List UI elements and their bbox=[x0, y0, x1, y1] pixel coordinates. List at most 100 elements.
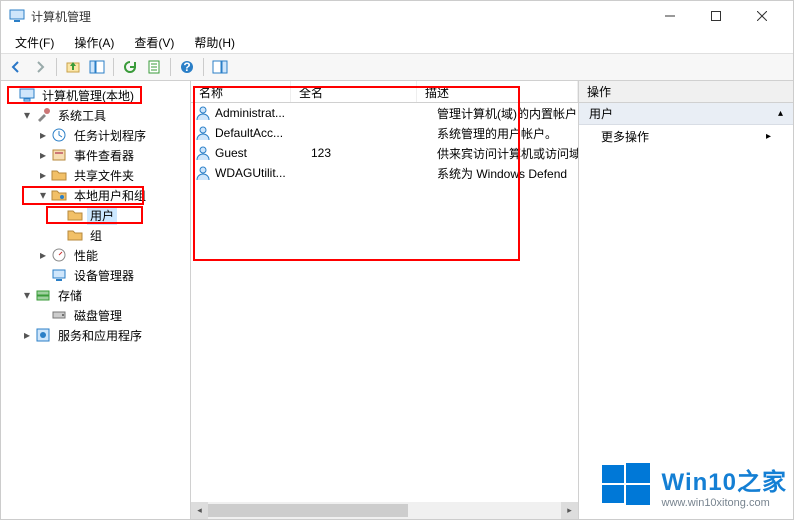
tree-groups-label: 组 bbox=[87, 226, 105, 245]
shared-folder-icon bbox=[51, 167, 67, 183]
table-row[interactable]: Guest123供来宾访问计算机或访问域 bbox=[191, 143, 578, 163]
performance-icon bbox=[51, 247, 67, 263]
svg-text:?: ? bbox=[183, 60, 190, 74]
actions-more[interactable]: 更多操作 ▸ bbox=[579, 125, 793, 147]
users-icon bbox=[51, 187, 67, 203]
tree-groups[interactable]: 组 bbox=[49, 225, 190, 245]
menu-view[interactable]: 查看(V) bbox=[126, 32, 182, 53]
refresh-button[interactable] bbox=[119, 56, 141, 78]
tree-device-manager-label: 设备管理器 bbox=[71, 266, 137, 285]
tree-services-apps-label: 服务和应用程序 bbox=[55, 326, 145, 345]
minimize-button[interactable] bbox=[647, 1, 693, 31]
tree-system-tools-label: 系统工具 bbox=[55, 106, 109, 125]
actions-more-label: 更多操作 bbox=[601, 128, 649, 145]
tree-task-scheduler-label: 任务计划程序 bbox=[71, 126, 149, 145]
up-button[interactable] bbox=[62, 56, 84, 78]
tree-disk-management[interactable]: 磁盘管理 bbox=[33, 305, 190, 325]
chevron-down-icon[interactable]: ▾ bbox=[21, 109, 33, 121]
show-hide-tree-button[interactable] bbox=[86, 56, 108, 78]
menubar: 文件(F) 操作(A) 查看(V) 帮助(H) bbox=[1, 31, 793, 53]
menu-help[interactable]: 帮助(H) bbox=[186, 32, 243, 53]
table-row[interactable]: DefaultAcc... 系统管理的用户帐户。 bbox=[191, 123, 578, 143]
forward-button[interactable] bbox=[29, 56, 51, 78]
user-icon bbox=[195, 145, 211, 161]
scroll-thumb[interactable] bbox=[208, 504, 408, 517]
export-button[interactable] bbox=[143, 56, 165, 78]
chevron-right-icon[interactable]: ▸ bbox=[37, 249, 49, 261]
chevron-right-icon[interactable]: ▸ bbox=[21, 329, 33, 341]
list-body: Administrat...管理计算机(域)的内置帐户DefaultAcc...… bbox=[191, 103, 578, 183]
tree-device-manager[interactable]: 设备管理器 bbox=[33, 265, 190, 285]
services-icon bbox=[35, 327, 51, 343]
main-area: 计算机管理(本地) ▾ 系统工具 ▸ 任务计划程序 ▸ 事件查看器 ▸ 共享文件夹 bbox=[1, 81, 793, 519]
folder-icon bbox=[67, 227, 83, 243]
tree-storage[interactable]: ▾ 存储 bbox=[17, 285, 190, 305]
user-icon bbox=[195, 125, 211, 141]
toolbar: ? bbox=[1, 53, 793, 81]
back-button[interactable] bbox=[5, 56, 27, 78]
cell-description: 供来宾访问计算机或访问域 bbox=[437, 145, 578, 162]
horizontal-scrollbar[interactable]: ◂ ▸ bbox=[191, 502, 578, 519]
col-fullname[interactable]: 全名 bbox=[291, 81, 417, 102]
cell-name: WDAGUtilit... bbox=[215, 166, 311, 180]
disk-icon bbox=[51, 307, 67, 323]
tree-task-scheduler[interactable]: ▸ 任务计划程序 bbox=[33, 125, 190, 145]
tree-system-tools[interactable]: ▾ 系统工具 bbox=[17, 105, 190, 125]
app-icon bbox=[9, 8, 25, 24]
tree-local-users-groups[interactable]: ▾ 本地用户和组 bbox=[33, 185, 190, 205]
menu-file[interactable]: 文件(F) bbox=[7, 32, 62, 53]
table-row[interactable]: Administrat...管理计算机(域)的内置帐户 bbox=[191, 103, 578, 123]
window-title: 计算机管理 bbox=[31, 8, 91, 25]
tree-services-apps[interactable]: ▸ 服务和应用程序 bbox=[17, 325, 190, 345]
tree-event-viewer[interactable]: ▸ 事件查看器 bbox=[33, 145, 190, 165]
tree-root[interactable]: 计算机管理(本地) bbox=[1, 85, 190, 105]
actions-header: 操作 bbox=[579, 81, 793, 103]
actions-pane: 操作 用户 ▴ 更多操作 ▸ bbox=[579, 81, 793, 519]
menu-action[interactable]: 操作(A) bbox=[66, 32, 122, 53]
maximize-button[interactable] bbox=[693, 1, 739, 31]
close-button[interactable] bbox=[739, 1, 785, 31]
clock-icon bbox=[51, 127, 67, 143]
chevron-down-icon[interactable]: ▾ bbox=[21, 289, 33, 301]
scroll-left-button[interactable]: ◂ bbox=[191, 502, 208, 519]
actions-group-users[interactable]: 用户 ▴ bbox=[579, 103, 793, 125]
scroll-right-button[interactable]: ▸ bbox=[561, 502, 578, 519]
storage-icon bbox=[35, 287, 51, 303]
user-icon bbox=[195, 105, 211, 121]
actions-group-label: 用户 bbox=[589, 105, 613, 122]
cell-description: 管理计算机(域)的内置帐户 bbox=[437, 105, 578, 122]
chevron-right-icon: ▸ bbox=[766, 131, 771, 142]
cell-name: DefaultAcc... bbox=[215, 126, 311, 140]
tree-event-viewer-label: 事件查看器 bbox=[71, 146, 137, 165]
tree-users[interactable]: 用户 bbox=[49, 205, 190, 225]
table-row[interactable]: WDAGUtilit... 系统为 Windows Defend bbox=[191, 163, 578, 183]
tools-icon bbox=[35, 107, 51, 123]
event-icon bbox=[51, 147, 67, 163]
list-header: 名称 全名 描述 bbox=[191, 81, 578, 103]
help-button[interactable]: ? bbox=[176, 56, 198, 78]
chevron-down-icon[interactable]: ▾ bbox=[37, 189, 49, 201]
tree-users-label: 用户 bbox=[87, 206, 117, 225]
col-description[interactable]: 描述 bbox=[417, 81, 578, 102]
folder-icon bbox=[67, 207, 83, 223]
chevron-right-icon[interactable]: ▸ bbox=[37, 129, 49, 141]
user-icon bbox=[195, 165, 211, 181]
tree-root-label: 计算机管理(本地) bbox=[39, 86, 137, 105]
actions-pane-button[interactable] bbox=[209, 56, 231, 78]
tree-disk-management-label: 磁盘管理 bbox=[71, 306, 125, 325]
cell-description: 系统为 Windows Defend bbox=[437, 165, 578, 182]
tree-shared-folders-label: 共享文件夹 bbox=[71, 166, 137, 185]
cell-fullname: 123 bbox=[311, 146, 437, 160]
chevron-right-icon[interactable]: ▸ bbox=[37, 149, 49, 161]
tree-performance[interactable]: ▸性能 bbox=[33, 245, 190, 265]
tree-shared-folders[interactable]: ▸ 共享文件夹 bbox=[33, 165, 190, 185]
tree-storage-label: 存储 bbox=[55, 286, 85, 305]
chevron-right-icon[interactable]: ▸ bbox=[37, 169, 49, 181]
scroll-track[interactable] bbox=[208, 502, 561, 519]
titlebar: 计算机管理 bbox=[1, 1, 793, 31]
list-pane: 名称 全名 描述 Administrat...管理计算机(域)的内置帐户Defa… bbox=[191, 81, 579, 519]
cell-description: 系统管理的用户帐户。 bbox=[437, 125, 578, 142]
col-name[interactable]: 名称 bbox=[191, 81, 291, 102]
cell-name: Guest bbox=[215, 146, 311, 160]
tree-local-users-groups-label: 本地用户和组 bbox=[71, 186, 149, 205]
